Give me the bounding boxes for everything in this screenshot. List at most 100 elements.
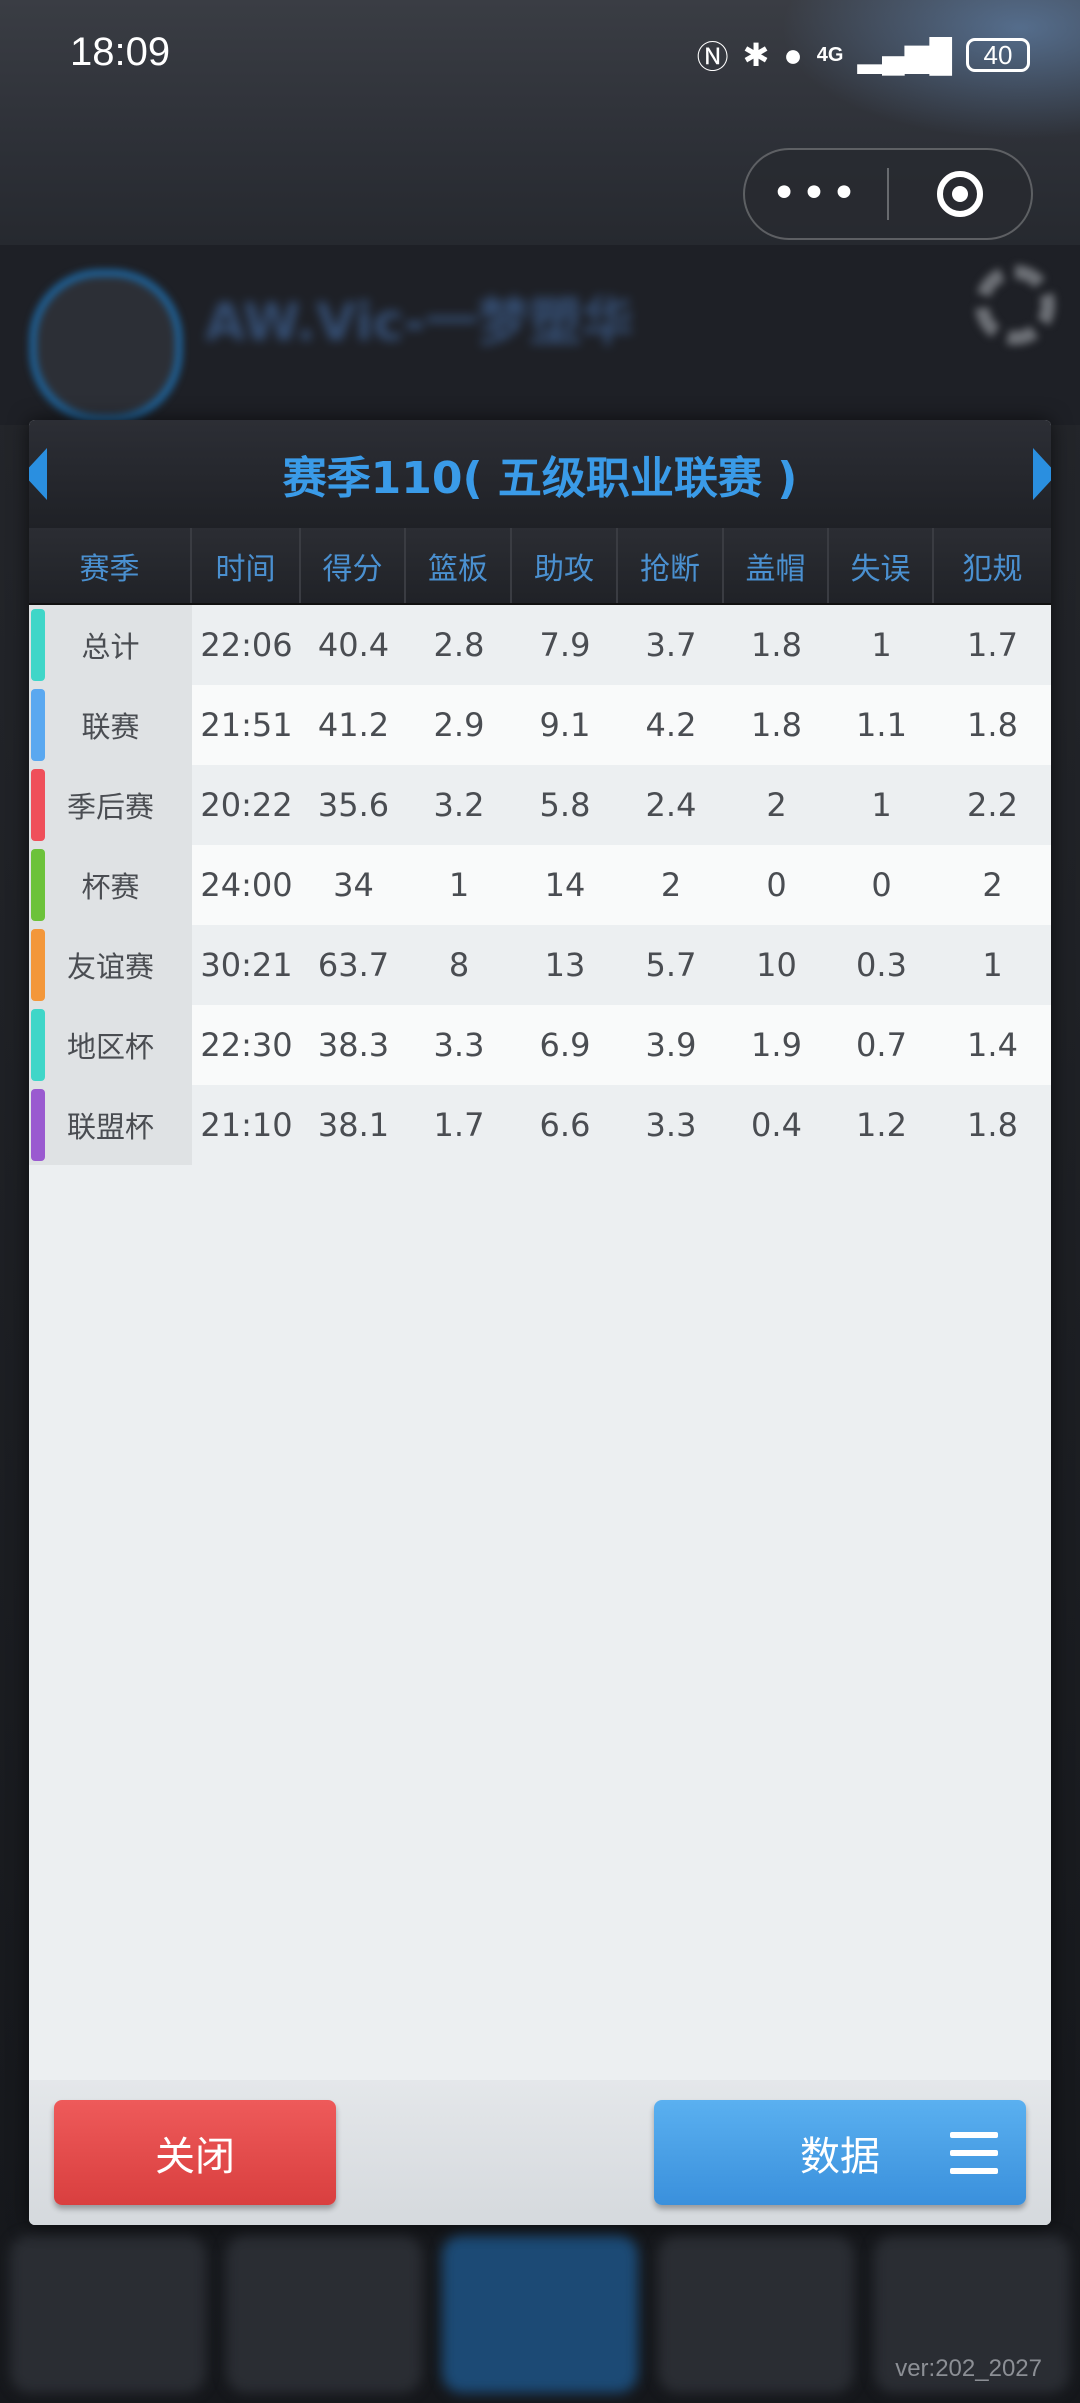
fouls-cell: 1.8	[967, 706, 1018, 744]
assists-cell: 14	[544, 866, 586, 904]
fouls-cell: 1.8	[967, 1106, 1018, 1144]
background-gear-icon	[975, 265, 1055, 345]
fouls-cell: 2	[982, 866, 1003, 904]
assists-cell: 13	[544, 946, 586, 984]
table-row: 联赛 21:51 41.2 2.9 9.1 4.2 1.8 1.1 1.8	[29, 685, 1051, 765]
close-miniprogram-button[interactable]	[889, 171, 1031, 217]
rebounds-cell: 2.8	[433, 626, 485, 664]
row-name: 杯赛	[81, 870, 140, 904]
rebounds-cell: 8	[448, 946, 470, 984]
assists-cell: 7.9	[539, 626, 591, 664]
time-cell: 24:00	[200, 866, 293, 904]
header-blocks: 盖帽	[724, 528, 829, 603]
close-button[interactable]: 关闭	[54, 2100, 336, 2205]
time-cell: 21:51	[200, 706, 293, 744]
row-name-cell: 友谊赛	[29, 925, 192, 1005]
assists-cell: 9.1	[539, 706, 591, 744]
dialog-header: 赛季110( 五级职业联赛 )	[29, 420, 1051, 528]
network-label: 4G	[816, 44, 844, 66]
turnovers-cell: 0.7	[856, 1026, 907, 1064]
status-bar: 18:09 Ⓝ ✱ ● 4G ▂▄▆█ 40	[0, 0, 1080, 110]
points-cell: 35.6	[317, 786, 390, 824]
data-button-label: 数据	[800, 2133, 880, 2180]
steals-cell: 3.9	[645, 1026, 697, 1064]
fouls-cell: 1	[982, 946, 1003, 984]
header-rebounds: 篮板	[406, 528, 512, 603]
row-name-cell: 联赛	[29, 685, 192, 765]
menu-icon	[950, 2132, 998, 2174]
blocks-cell: 2	[766, 786, 787, 824]
row-name-cell: 季后赛	[29, 765, 192, 845]
blocks-cell: 0.4	[751, 1106, 802, 1144]
blocks-cell: 1.8	[751, 706, 802, 744]
location-icon: ●	[783, 36, 803, 73]
background-gear-nav-icon	[658, 2235, 854, 2393]
time-cell: 21:10	[200, 1106, 293, 1144]
points-cell: 34	[333, 866, 374, 904]
turnovers-cell: 1.2	[856, 1106, 907, 1144]
battery-level: 40	[983, 39, 1013, 70]
next-season-arrow-icon[interactable]	[1033, 448, 1051, 500]
turnovers-cell: 0	[871, 866, 892, 904]
background-avatar	[30, 270, 182, 422]
rebounds-cell: 3.2	[433, 786, 485, 824]
miniprogram-capsule: •••	[743, 148, 1033, 240]
header-turnovers: 失误	[829, 528, 934, 603]
table-row: 杯赛 24:00 34 1 14 2 0 0 2	[29, 845, 1051, 925]
background-star-icon	[10, 2235, 206, 2393]
table-body: 总计 22:06 40.4 2.8 7.9 3.7 1.8 1 1.7 联赛 2…	[29, 605, 1051, 1165]
steals-cell: 2.4	[645, 786, 697, 824]
turnovers-cell: 1	[871, 786, 892, 824]
row-name: 友谊赛	[66, 950, 154, 984]
dialog-title: 赛季110( 五级职业联赛 )	[282, 453, 798, 504]
time-cell: 22:30	[200, 1026, 293, 1064]
table-row: 联盟杯 21:10 38.1 1.7 6.6 3.3 0.4 1.2 1.8	[29, 1085, 1051, 1165]
points-cell: 38.3	[317, 1026, 390, 1064]
blocks-cell: 1.8	[751, 626, 802, 664]
row-color-tag	[31, 849, 45, 921]
background-court-icon	[442, 2235, 638, 2393]
blocks-cell: 1.9	[751, 1026, 802, 1064]
header-assists: 助攻	[512, 528, 618, 603]
row-name: 联盟杯	[66, 1110, 154, 1144]
target-icon	[937, 171, 983, 217]
row-name-cell: 联盟杯	[29, 1085, 192, 1165]
row-name: 地区杯	[66, 1030, 154, 1064]
dialog-footer: 关闭 数据	[29, 2080, 1051, 2225]
background-yen-icon	[226, 2235, 422, 2393]
time-cell: 30:21	[200, 946, 293, 984]
steals-cell: 3.7	[645, 626, 697, 664]
blocks-cell: 10	[756, 946, 797, 984]
rebounds-cell: 3.3	[433, 1026, 485, 1064]
points-cell: 40.4	[317, 626, 390, 664]
data-button[interactable]: 数据	[654, 2100, 1026, 2205]
prev-season-arrow-icon[interactable]	[29, 448, 47, 500]
row-name-cell: 地区杯	[29, 1005, 192, 1085]
row-name: 总计	[81, 630, 140, 664]
background-player-name: AW.Vic-一梦塑华	[205, 293, 634, 353]
header-fouls: 犯规	[962, 551, 1023, 587]
time-cell: 22:06	[200, 626, 293, 664]
signal-icon: ▂▄▆█	[857, 37, 952, 73]
nfc-icon: Ⓝ	[696, 39, 729, 75]
row-name-cell: 总计	[29, 605, 192, 685]
header-season: 赛季	[29, 528, 192, 603]
stats-table: 赛季 时间 得分 篮板 助攻 抢断 盖帽 失误 犯规 总计 22:06 40.4…	[29, 528, 1051, 1165]
row-color-tag	[31, 609, 45, 681]
table-row: 总计 22:06 40.4 2.8 7.9 3.7 1.8 1 1.7	[29, 605, 1051, 685]
header-time: 时间	[192, 528, 301, 603]
table-row: 季后赛 20:22 35.6 3.2 5.8 2.4 2 1 2.2	[29, 765, 1051, 845]
steals-cell: 3.3	[645, 1106, 697, 1144]
assists-cell: 6.6	[539, 1106, 591, 1144]
row-color-tag	[31, 1009, 45, 1081]
turnovers-cell: 0.3	[856, 946, 907, 984]
table-row: 友谊赛 30:21 63.7 8 13 5.7 10 0.3 1	[29, 925, 1051, 1005]
steals-cell: 4.2	[645, 706, 697, 744]
bluetooth-icon: ✱	[742, 37, 770, 73]
battery-icon: 40	[966, 38, 1030, 72]
header-points: 得分	[301, 528, 406, 603]
more-button[interactable]: •••	[745, 172, 887, 216]
status-icons: Ⓝ ✱ ● 4G ▂▄▆█ 40	[697, 32, 1030, 78]
header-steals: 抢断	[618, 528, 724, 603]
turnovers-cell: 1	[871, 626, 892, 664]
